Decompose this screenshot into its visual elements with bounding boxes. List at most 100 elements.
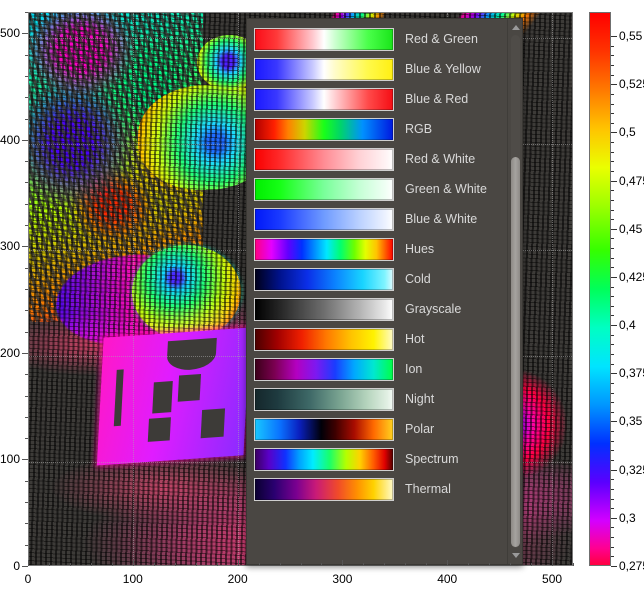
colormap-option-red-green[interactable]: Red & Green xyxy=(247,24,508,54)
colorbar-tick xyxy=(611,325,617,327)
colormap-option-label: Night xyxy=(405,392,435,406)
colormap-option-rgb[interactable]: RGB xyxy=(247,114,508,144)
colormap-swatch xyxy=(254,297,394,321)
x-axis-minor-tick xyxy=(426,563,428,566)
colormap-swatch xyxy=(254,477,394,501)
colorbar-minor-tick xyxy=(611,556,614,558)
colorbar-minor-tick xyxy=(611,257,614,259)
x-axis-tick-label: 300 xyxy=(332,572,353,586)
y-axis-tick-label: 100 xyxy=(0,452,21,467)
colormap-option-label: Blue & White xyxy=(405,212,478,226)
colormap-option-blue-red[interactable]: Blue & Red xyxy=(247,84,508,114)
colorbar-minor-tick xyxy=(611,161,614,163)
y-axis-minor-tick xyxy=(25,374,28,376)
colormap-option-label: Hot xyxy=(405,332,425,346)
colormap-swatch xyxy=(254,417,394,441)
colorbar-tick-label: 0,475 xyxy=(619,173,644,188)
heatmap-building-footprint xyxy=(96,327,250,466)
colormap-swatch xyxy=(254,147,394,171)
colorbar-tick xyxy=(611,469,617,471)
colorbar-minor-tick xyxy=(611,151,614,153)
colormap-option-green-white[interactable]: Green & White xyxy=(247,174,508,204)
colormap-option-blue-white[interactable]: Blue & White xyxy=(247,204,508,234)
y-axis-tick-label: 400 xyxy=(0,132,21,147)
y-axis-tick-label: 200 xyxy=(0,345,21,360)
colorbar-minor-tick xyxy=(611,267,614,269)
colormap-option-hot[interactable]: Hot xyxy=(247,324,508,354)
colorbar-tick xyxy=(611,36,617,38)
scroll-up-arrow-icon[interactable] xyxy=(508,20,522,35)
colorbar-tick xyxy=(611,84,617,86)
colorbar-tick xyxy=(611,373,617,375)
colormap-picker-screen: 0,55 0,525 0,5 0,475 0,45 0,425 0,4 0,375 0,35 0,… xyxy=(0,0,644,599)
colorbar-minor-tick xyxy=(611,45,614,47)
colormap-dropdown-panel[interactable]: Red & Green Blue & Yellow Blue & Red RGB Red… xyxy=(246,18,523,565)
x-axis-minor-tick xyxy=(153,563,155,566)
colormap-option-red-white[interactable]: Red & White xyxy=(247,144,508,174)
x-axis-minor-tick xyxy=(384,563,386,566)
colormap-option-cold[interactable]: Cold xyxy=(247,264,508,294)
colormap-option-spectrum[interactable]: Spectrum xyxy=(247,444,508,474)
colorbar-tick-label: 0,325 xyxy=(619,462,644,477)
colorbar-minor-tick xyxy=(611,190,614,192)
colorbar-minor-tick xyxy=(611,305,614,307)
x-axis-minor-tick xyxy=(573,563,574,566)
colormap-swatch xyxy=(254,117,394,141)
colorbar-gradient xyxy=(590,13,610,565)
x-axis-tick xyxy=(28,560,29,566)
colorbar-tick xyxy=(611,228,617,230)
colormap-option-ion[interactable]: Ion xyxy=(247,354,508,384)
colorbar-minor-tick xyxy=(611,537,614,539)
y-axis-minor-tick xyxy=(25,480,28,482)
colorbar-minor-tick xyxy=(611,460,614,462)
x-axis-minor-tick xyxy=(195,563,197,566)
colorbar-tick xyxy=(611,517,617,519)
colormap-option-polar[interactable]: Polar xyxy=(247,414,508,444)
colormap-option-hues[interactable]: Hues xyxy=(247,234,508,264)
colormap-option-label: Red & Green xyxy=(405,32,478,46)
colormap-option-label: Blue & Yellow xyxy=(405,62,481,76)
x-axis-minor-tick xyxy=(300,563,302,566)
colorbar-tick-label: 0,3 xyxy=(619,510,636,525)
colormap-dropdown-list[interactable]: Red & Green Blue & Yellow Blue & Red RGB Red… xyxy=(247,19,508,504)
colormap-option-label: Red & White xyxy=(405,152,476,166)
scroll-down-arrow-icon[interactable] xyxy=(508,548,522,563)
colorbar-tick xyxy=(611,276,617,278)
colorbar-minor-tick xyxy=(611,411,614,413)
x-axis-minor-tick xyxy=(363,563,365,566)
colorbar-minor-tick xyxy=(611,488,614,490)
colormap-swatch xyxy=(254,447,394,471)
x-axis-minor-tick xyxy=(510,563,512,566)
x-axis-minor-tick xyxy=(90,563,92,566)
y-axis-minor-tick xyxy=(25,161,28,163)
colorbar-minor-tick xyxy=(611,354,614,356)
colorbar-tick-label: 0,375 xyxy=(619,366,644,381)
colorbar-tick xyxy=(611,421,617,423)
y-axis-minor-tick xyxy=(25,395,28,397)
colorbar-minor-tick xyxy=(611,209,614,211)
colorbar-tick-label: 0,425 xyxy=(619,269,644,284)
dropdown-scrollbar[interactable] xyxy=(507,19,522,564)
colormap-swatch xyxy=(254,387,394,411)
y-axis-minor-tick xyxy=(25,438,28,440)
colormap-option-night[interactable]: Night xyxy=(247,384,508,414)
y-axis-tick-label: 500 xyxy=(0,26,21,41)
colorbar-minor-tick xyxy=(611,93,614,95)
colorbar-minor-tick xyxy=(611,55,614,57)
colormap-option-blue-yellow[interactable]: Blue & Yellow xyxy=(247,54,508,84)
scrollbar-thumb[interactable] xyxy=(511,157,520,547)
colorbar-minor-tick xyxy=(611,431,614,433)
x-axis-tick-label: 100 xyxy=(122,572,143,586)
colorbar-minor-tick xyxy=(611,64,614,66)
y-axis-minor-tick xyxy=(25,310,28,312)
colormap-swatch xyxy=(254,327,394,351)
colorbar-minor-tick xyxy=(611,508,614,510)
y-axis-minor-tick xyxy=(25,502,28,504)
x-axis-minor-tick xyxy=(489,563,491,566)
colormap-option-label: Hues xyxy=(405,242,435,256)
colormap-option-thermal[interactable]: Thermal xyxy=(247,474,508,504)
colorbar[interactable] xyxy=(589,12,611,566)
colormap-option-grayscale[interactable]: Grayscale xyxy=(247,294,508,324)
colormap-swatch xyxy=(254,357,394,381)
y-axis-minor-tick xyxy=(25,331,28,333)
